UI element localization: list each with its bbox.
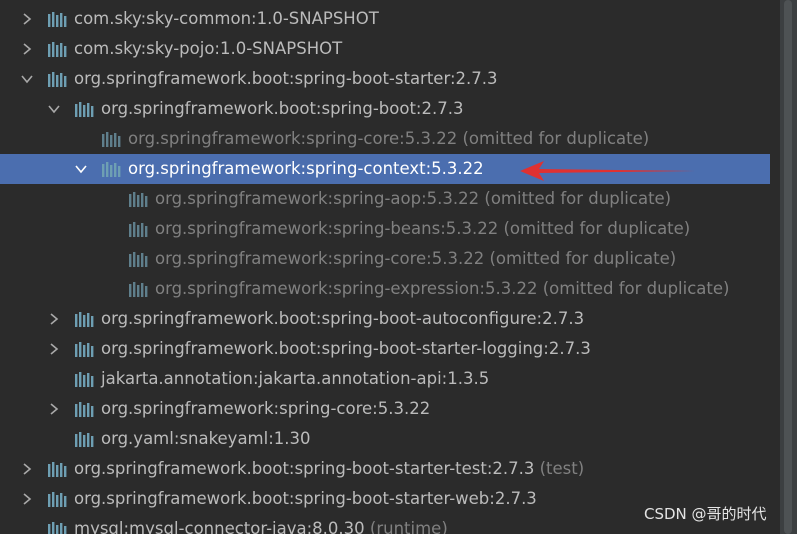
- tree-row[interactable]: org.springframework.boot:spring-boot-sta…: [0, 454, 770, 484]
- library-icon: [75, 402, 94, 417]
- library-icon: [102, 162, 121, 177]
- tree-row-label: org.springframework.boot:spring-boot-sta…: [74, 454, 584, 484]
- dependency-coordinate: org.springframework.boot:spring-boot-sta…: [74, 489, 537, 508]
- dependency-coordinate: org.springframework:spring-context:5.3.2…: [128, 159, 484, 178]
- tree-row[interactable]: org.springframework:spring-core:5.3.22 (…: [0, 124, 770, 154]
- chevron-right-icon[interactable]: [21, 463, 33, 475]
- chevron-right-icon[interactable]: [48, 343, 60, 355]
- tree-row-label: org.springframework:spring-beans:5.3.22 …: [155, 214, 690, 244]
- library-icon: [48, 72, 67, 87]
- library-icon: [48, 12, 67, 27]
- library-icon: [75, 102, 94, 117]
- library-icon: [48, 522, 67, 534]
- tree-row-label: org.springframework.boot:spring-boot-sta…: [74, 484, 537, 514]
- tree-row-label: org.springframework:spring-core:5.3.22 (…: [128, 124, 649, 154]
- dependency-coordinate: org.springframework.boot:spring-boot-sta…: [74, 459, 535, 478]
- tree-row[interactable]: org.springframework:spring-expression:5.…: [0, 274, 770, 304]
- tree-row[interactable]: org.springframework:spring-beans:5.3.22 …: [0, 214, 770, 244]
- tree-row[interactable]: org.springframework.boot:spring-boot:2.7…: [0, 94, 770, 124]
- tree-row-label: org.springframework.boot:spring-boot:2.7…: [101, 94, 463, 124]
- vertical-scrollbar[interactable]: [780, 0, 797, 534]
- tree-row-label: com.sky:sky-common:1.0-SNAPSHOT: [74, 4, 379, 34]
- tree-row[interactable]: org.springframework:spring-core:5.3.22: [0, 394, 770, 424]
- scrollbar-thumb[interactable]: [784, 0, 792, 534]
- chevron-right-icon[interactable]: [48, 313, 60, 325]
- chevron-right-icon[interactable]: [21, 13, 33, 25]
- library-icon: [75, 312, 94, 327]
- dependency-coordinate: org.springframework:spring-core:5.3.22: [101, 399, 431, 418]
- chevron-right-icon[interactable]: [21, 493, 33, 505]
- dependency-coordinate: mysql:mysql-connector-java:8.0.30: [74, 519, 365, 534]
- dependency-coordinate: com.sky:sky-common:1.0-SNAPSHOT: [74, 9, 379, 28]
- tree-row[interactable]: jakarta.annotation:jakarta.annotation-ap…: [0, 364, 770, 394]
- tree-row[interactable]: com.sky:sky-common:1.0-SNAPSHOT: [0, 4, 770, 34]
- tree-row[interactable]: org.springframework.boot:spring-boot-sta…: [0, 64, 770, 94]
- tree-row[interactable]: org.springframework.boot:spring-boot-aut…: [0, 304, 770, 334]
- dependency-coordinate: org.springframework:spring-expression:5.…: [155, 279, 730, 298]
- red-pointer-arrow-icon: [520, 161, 695, 181]
- tree-row-label: org.springframework:spring-core:5.3.22: [101, 394, 430, 424]
- dependency-coordinate: org.springframework:spring-aop:5.3.22 (o…: [155, 189, 672, 208]
- tree-row-label: org.springframework:spring-expression:5.…: [155, 274, 729, 304]
- dependency-coordinate: org.springframework.boot:spring-boot-aut…: [101, 309, 585, 328]
- library-icon: [48, 462, 67, 477]
- tree-row-label: org.yaml:snakeyaml:1.30: [101, 424, 311, 454]
- tree-row-label: jakarta.annotation:jakarta.annotation-ap…: [101, 364, 489, 394]
- tree-row-label: org.springframework.boot:spring-boot-sta…: [74, 64, 498, 94]
- dependency-coordinate: org.springframework.boot:spring-boot-sta…: [74, 69, 498, 88]
- tree-row[interactable]: org.springframework.boot:spring-boot-sta…: [0, 334, 770, 364]
- library-icon: [75, 342, 94, 357]
- library-icon: [75, 372, 94, 387]
- dependency-coordinate: org.springframework.boot:spring-boot-sta…: [101, 339, 591, 358]
- chevron-right-icon[interactable]: [21, 43, 33, 55]
- chevron-down-icon[interactable]: [48, 103, 60, 115]
- tree-row[interactable]: com.sky:sky-pojo:1.0-SNAPSHOT: [0, 34, 770, 64]
- dependency-coordinate: org.yaml:snakeyaml:1.30: [101, 429, 311, 448]
- chevron-right-icon[interactable]: [48, 403, 60, 415]
- library-icon: [129, 282, 148, 297]
- dependency-coordinate: org.springframework:spring-beans:5.3.22 …: [155, 219, 691, 238]
- chevron-down-icon[interactable]: [75, 163, 87, 175]
- library-icon: [48, 42, 67, 57]
- library-icon: [102, 132, 121, 147]
- tree-row-label: org.springframework:spring-aop:5.3.22 (o…: [155, 184, 671, 214]
- scope-suffix: (runtime): [364, 519, 448, 534]
- scope-suffix: (test): [534, 459, 585, 478]
- watermark: CSDN @哥的时代: [644, 505, 767, 523]
- library-icon: [48, 492, 67, 507]
- tree-row[interactable]: org.springframework:spring-core:5.3.22 (…: [0, 244, 770, 274]
- chevron-down-icon[interactable]: [21, 73, 33, 85]
- tree-row-label: com.sky:sky-pojo:1.0-SNAPSHOT: [74, 34, 342, 64]
- dependency-coordinate: jakarta.annotation:jakarta.annotation-ap…: [101, 369, 490, 388]
- tree-row[interactable]: org.springframework:spring-aop:5.3.22 (o…: [0, 184, 770, 214]
- tree-row-label: org.springframework:spring-context:5.3.2…: [128, 154, 484, 184]
- tree-row-label: org.springframework.boot:spring-boot-sta…: [101, 334, 591, 364]
- dependency-coordinate: org.springframework.boot:spring-boot:2.7…: [101, 99, 464, 118]
- tree-row-label: mysql:mysql-connector-java:8.0.30 (runti…: [74, 514, 448, 534]
- tree-row-label: org.springframework:spring-core:5.3.22 (…: [155, 244, 676, 274]
- tree-row[interactable]: org.yaml:snakeyaml:1.30: [0, 424, 770, 454]
- dependency-coordinate: org.springframework:spring-core:5.3.22 (…: [155, 249, 677, 268]
- dependency-tree: com.sky:sky-common:1.0-SNAPSHOT com.sky:s…: [0, 0, 780, 534]
- library-icon: [129, 192, 148, 207]
- library-icon: [75, 432, 94, 447]
- tree-row-label: org.springframework.boot:spring-boot-aut…: [101, 304, 584, 334]
- dependency-coordinate: org.springframework:spring-core:5.3.22 (…: [128, 129, 650, 148]
- dependency-coordinate: com.sky:sky-pojo:1.0-SNAPSHOT: [74, 39, 343, 58]
- library-icon: [129, 252, 148, 267]
- library-icon: [129, 222, 148, 237]
